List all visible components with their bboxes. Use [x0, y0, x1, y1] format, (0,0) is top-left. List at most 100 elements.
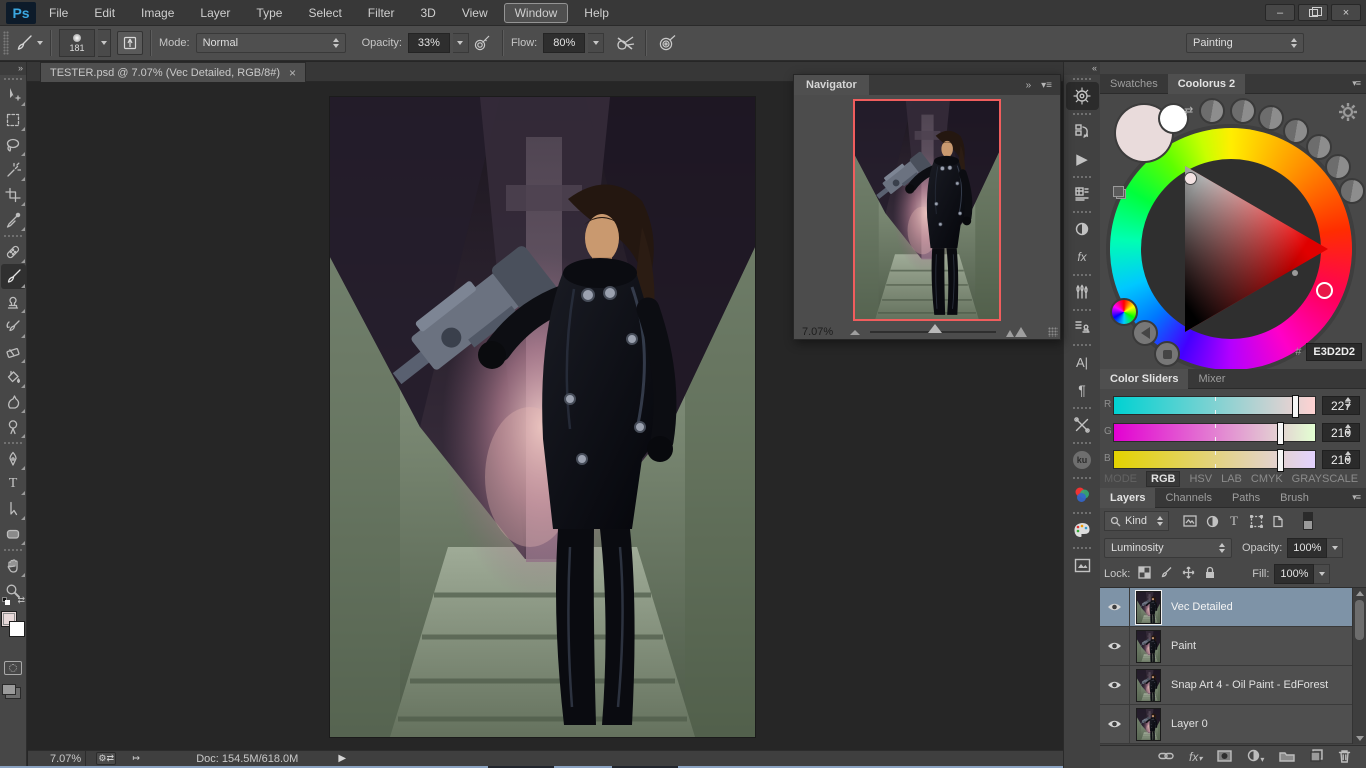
rectangular-marquee-tool[interactable]: [1, 107, 26, 132]
share-icon[interactable]: ↦: [126, 752, 146, 765]
clone-source-panel-icon[interactable]: [1066, 313, 1099, 341]
coolorus-settings-button[interactable]: [1338, 102, 1358, 125]
blue-stepper[interactable]: [1345, 451, 1351, 462]
layer-filter-select[interactable]: Kind: [1104, 511, 1169, 531]
layer-name[interactable]: Vec Detailed: [1171, 601, 1233, 613]
triangle-cursor[interactable]: [1184, 172, 1197, 185]
type-tool[interactable]: T: [1, 471, 26, 496]
color-wheel-panel-icon[interactable]: [1066, 82, 1099, 110]
layer-name[interactable]: Layer 0: [1171, 718, 1208, 730]
toolbar-grip-handle[interactable]: [4, 78, 22, 80]
shape-tool[interactable]: [1, 521, 26, 546]
coolorus-background-swatch[interactable]: [1160, 105, 1187, 132]
layer-fill-dropdown[interactable]: [1314, 564, 1330, 584]
options-grip-handle[interactable]: [3, 31, 9, 55]
panel-menu-icon[interactable]: ▾≡: [1352, 78, 1366, 89]
mode-rgb[interactable]: RGB: [1146, 471, 1180, 487]
quick-mask-button[interactable]: [4, 661, 22, 675]
tool-presets-panel-icon[interactable]: [1066, 180, 1099, 208]
mix-preview-circle[interactable]: [1306, 134, 1332, 160]
paint-bucket-tool[interactable]: [1, 364, 26, 389]
navigator-zoom-slider[interactable]: [870, 331, 996, 333]
layer-blend-mode-select[interactable]: Luminosity: [1104, 538, 1232, 558]
filter-type-layers-icon[interactable]: T: [1223, 512, 1245, 530]
mix-preview-circle[interactable]: [1325, 154, 1351, 180]
layer-style-button[interactable]: fx▾: [1189, 750, 1202, 764]
eraser-tool[interactable]: [1, 339, 26, 364]
layer-thumbnail[interactable]: [1136, 591, 1161, 624]
panel-menu-icon[interactable]: ▾≡: [1041, 80, 1052, 91]
status-menu-arrow-icon[interactable]: ▶: [338, 753, 346, 764]
menu-3d[interactable]: 3D: [407, 0, 448, 26]
layer-opacity-dropdown[interactable]: [1327, 538, 1343, 558]
scroll-up-icon[interactable]: [1356, 591, 1364, 596]
panel-collapse-icon[interactable]: »: [1026, 80, 1032, 91]
navigator-tab[interactable]: Navigator: [794, 75, 869, 95]
mix-preview-circle[interactable]: [1339, 178, 1365, 204]
workspace-select[interactable]: Painting: [1186, 33, 1304, 53]
flow-dropdown-button[interactable]: [588, 33, 604, 53]
menu-file[interactable]: File: [36, 0, 81, 26]
brush-presets-panel-icon[interactable]: [1066, 278, 1099, 306]
crop-tool[interactable]: [1, 182, 26, 207]
tab-coolorus[interactable]: Coolorus 2: [1168, 74, 1245, 94]
add-mask-button[interactable]: [1217, 750, 1232, 765]
red-slider[interactable]: [1113, 396, 1316, 415]
tab-mixer[interactable]: Mixer: [1188, 369, 1235, 389]
visibility-toggle[interactable]: [1100, 705, 1130, 744]
tab-channels[interactable]: Channels: [1155, 488, 1221, 508]
opacity-dropdown-button[interactable]: [453, 33, 469, 53]
library-panel-icon[interactable]: [1066, 551, 1099, 579]
new-group-button[interactable]: [1279, 750, 1295, 765]
minimize-button[interactable]: –: [1265, 4, 1295, 21]
red-stepper[interactable]: [1345, 397, 1351, 408]
layer-opacity-value[interactable]: 100%: [1287, 538, 1327, 558]
filter-shape-layers-icon[interactable]: [1245, 512, 1267, 530]
mode-lab[interactable]: LAB: [1221, 473, 1242, 485]
hex-value-field[interactable]: E3D2D2: [1306, 343, 1362, 361]
move-tool[interactable]: [1, 82, 26, 107]
tab-swatches[interactable]: Swatches: [1100, 74, 1168, 94]
red-value-field[interactable]: 227: [1322, 396, 1360, 415]
zoom-slider-thumb[interactable]: [928, 324, 942, 333]
lock-all-icon[interactable]: [1204, 566, 1216, 582]
background-color-swatch[interactable]: [9, 621, 25, 637]
hue-cursor[interactable]: [1316, 282, 1333, 299]
spot-healing-brush-tool[interactable]: [1, 239, 26, 264]
blend-mode-select[interactable]: Normal: [196, 33, 346, 53]
layer-thumbnail[interactable]: [1136, 669, 1161, 702]
lock-position-icon[interactable]: [1182, 566, 1195, 582]
menu-edit[interactable]: Edit: [81, 0, 128, 26]
document-image[interactable]: [330, 97, 755, 737]
lasso-tool[interactable]: [1, 132, 26, 157]
history-panel-icon[interactable]: [1066, 117, 1099, 145]
adjustments-panel-icon[interactable]: [1066, 215, 1099, 243]
paragraph-panel-icon[interactable]: ¶: [1066, 376, 1099, 404]
eyedropper-tool[interactable]: [1, 207, 26, 232]
tab-color-sliders[interactable]: Color Sliders: [1100, 369, 1188, 389]
tools-panel-icon[interactable]: [1066, 411, 1099, 439]
mode-hsv[interactable]: HSV: [1189, 473, 1212, 485]
current-tool-button[interactable]: [14, 34, 43, 52]
visibility-toggle[interactable]: [1100, 588, 1130, 627]
layer-row-snap-art[interactable]: Snap Art 4 - Oil Paint - EdForest: [1100, 666, 1352, 705]
default-colors-icon[interactable]: [2, 597, 11, 605]
green-value-field[interactable]: 210: [1322, 423, 1360, 442]
magic-wand-tool[interactable]: [1, 157, 26, 182]
visibility-toggle[interactable]: [1100, 666, 1130, 705]
menu-help[interactable]: Help: [571, 0, 622, 26]
tablet-pressure-size-button[interactable]: [654, 31, 680, 55]
green-stepper[interactable]: [1345, 424, 1351, 435]
adjustment-layer-button[interactable]: ▾: [1247, 749, 1264, 765]
scroll-down-icon[interactable]: [1356, 736, 1364, 741]
kuler-panel-icon[interactable]: ku: [1066, 446, 1099, 474]
mix-preview-circle[interactable]: [1199, 98, 1225, 124]
layer-row-vec-detailed[interactable]: Vec Detailed: [1100, 588, 1352, 627]
coolorus-swap-icon[interactable]: ⇄: [1184, 104, 1193, 117]
blue-slider[interactable]: [1113, 450, 1316, 469]
toolbar-collapse-button[interactable]: »: [0, 62, 26, 75]
scrollbar-thumb[interactable]: [1355, 600, 1364, 640]
actions-panel-icon[interactable]: ▶: [1066, 145, 1099, 173]
triangle-mode-button[interactable]: [1132, 320, 1158, 346]
layer-name[interactable]: Snap Art 4 - Oil Paint - EdForest: [1171, 679, 1328, 691]
